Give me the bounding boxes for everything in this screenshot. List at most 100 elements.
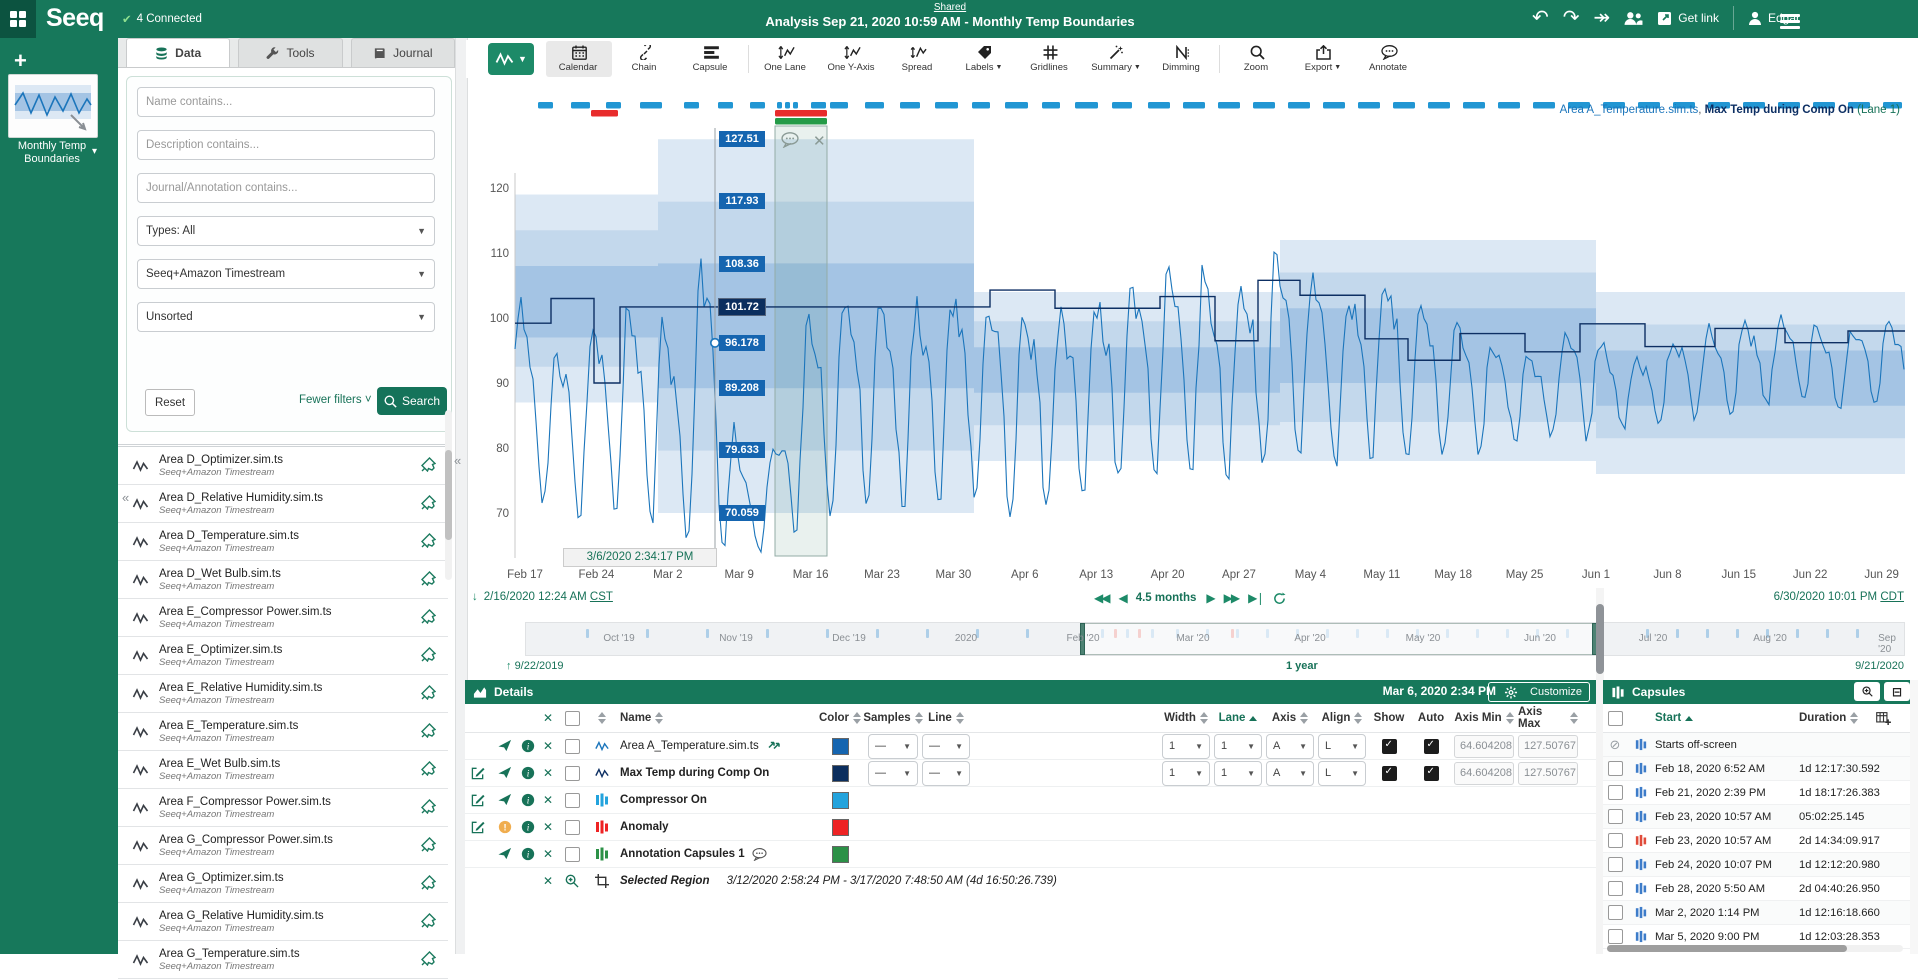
column-color[interactable]: Color	[816, 712, 864, 724]
collapse-sidebar-handle[interactable]: «	[122, 490, 129, 505]
capsule-checkbox[interactable]	[1608, 809, 1623, 824]
library-item[interactable]: Area G_Compressor Power.sim.ts Seeq+Amaz…	[118, 827, 448, 865]
toolbar-button-summary[interactable]: Summary▼	[1083, 41, 1149, 77]
library-item[interactable]: Area G_Optimizer.sim.ts Seeq+Amazon Time…	[118, 865, 448, 903]
column-name[interactable]: Name	[620, 712, 812, 724]
width-dropdown[interactable]: 1▼	[1162, 761, 1210, 786]
select-all-capsules-checkbox[interactable]	[1608, 711, 1623, 726]
pin-icon[interactable]	[421, 913, 436, 928]
capsule-bar[interactable]	[1428, 102, 1450, 109]
row-name[interactable]: Anomaly	[620, 821, 669, 833]
tab-journal[interactable]: Journal	[351, 38, 455, 67]
remove-region-icon[interactable]: ✕	[540, 874, 556, 888]
color-swatch[interactable]	[832, 792, 849, 809]
redo-all-button[interactable]: ↠	[1594, 8, 1611, 28]
info-icon[interactable]	[521, 793, 535, 807]
toolbar-button-chain[interactable]: Chain	[612, 41, 678, 77]
capsule-row[interactable]: Mar 2, 2020 1:14 PM 1d 12:16:18.660	[1603, 901, 1915, 925]
search-button[interactable]: Search	[377, 387, 447, 415]
column-axis-max[interactable]: Axis Max	[1518, 706, 1578, 730]
details-row-selected-region[interactable]: ✕ Selected Region 3/12/2020 2:58:24 PM -…	[465, 868, 1596, 894]
redo-button[interactable]: ↷	[1563, 8, 1580, 28]
capsule-row[interactable]: Feb 23, 2020 10:57 AM 05:02:25.145	[1603, 805, 1915, 829]
capsule-bar[interactable]	[640, 102, 662, 109]
sort-select[interactable]: Unsorted▼	[137, 302, 435, 332]
timebar-selected-range[interactable]	[1082, 623, 1595, 655]
column-show[interactable]: Show	[1370, 712, 1408, 724]
pin-icon[interactable]	[421, 723, 436, 738]
new-worksheet-button[interactable]: +	[14, 48, 27, 74]
column-lane-sorted[interactable]: Lane	[1214, 712, 1262, 724]
capsule-bar[interactable]	[1075, 102, 1098, 109]
capsule-bar[interactable]	[1253, 102, 1275, 109]
library-item[interactable]: Area E_Relative Humidity.sim.ts Seeq+Ama…	[118, 675, 448, 713]
axis-min-field[interactable]: 64.604208	[1454, 762, 1514, 785]
toolbar-button-annotate[interactable]: Annotate	[1356, 41, 1422, 77]
library-item[interactable]: Area G_Temperature.sim.ts Seeq+Amazon Ti…	[118, 941, 448, 979]
refresh-icon[interactable]	[1273, 592, 1286, 605]
collapse-data-panel-handle[interactable]: «	[454, 453, 461, 468]
step-to-end-button[interactable]: ▶❘	[1248, 591, 1263, 605]
toolbar-button-calendar[interactable]: Calendar	[546, 41, 612, 77]
capsule-bar[interactable]	[935, 102, 958, 109]
capsule-bar[interactable]	[571, 102, 590, 109]
step-back-button[interactable]: ◀	[1118, 591, 1125, 605]
remove-icon[interactable]: ✕	[540, 820, 556, 834]
table-columns-icon[interactable]	[1876, 712, 1891, 725]
pin-icon[interactable]	[421, 571, 436, 586]
capsule-bar[interactable]	[1358, 102, 1380, 109]
capsules-zoom-button[interactable]	[1854, 682, 1880, 701]
row-name[interactable]: Area A_Temperature.sim.ts	[620, 740, 759, 752]
investigate-timebar[interactable]: Oct '19Nov '19Dec '192020Feb '20Mar '20A…	[525, 622, 1905, 656]
samples-dropdown[interactable]: —▼	[868, 734, 918, 759]
info-icon[interactable]	[521, 739, 535, 753]
capsule-checkbox[interactable]	[1608, 905, 1623, 920]
worksheet-thumbnail[interactable]	[8, 74, 98, 138]
send-icon[interactable]	[498, 793, 512, 807]
pin-icon[interactable]	[421, 533, 436, 548]
timebar-end-date[interactable]: 9/21/2020	[1855, 660, 1904, 672]
capsule-bar[interactable]	[538, 102, 553, 109]
details-row-condition-signal[interactable]: ✕ Max Temp during Comp On —▼ —▼ 1▼ 1▼ A▼…	[465, 760, 1596, 787]
range-start[interactable]: ↓ 2/16/2020 12:24 AM CST	[472, 591, 613, 603]
capsule-bar[interactable]	[1393, 102, 1415, 109]
library-item[interactable]: Area E_Optimizer.sim.ts Seeq+Amazon Time…	[118, 637, 448, 675]
annotation-bubble-icon[interactable]	[752, 848, 767, 861]
pin-icon[interactable]	[421, 609, 436, 624]
column-axis[interactable]: Axis	[1266, 712, 1314, 724]
toolbar-button-dimming[interactable]: Dimming	[1149, 41, 1215, 77]
edit-icon[interactable]	[471, 766, 485, 780]
step-back-fast-button[interactable]: ◀◀	[1094, 591, 1108, 605]
show-checkbox[interactable]	[1382, 739, 1397, 754]
send-icon[interactable]	[498, 739, 512, 753]
row-checkbox[interactable]	[565, 793, 580, 808]
pin-icon[interactable]	[421, 647, 436, 662]
capsule-bar[interactable]	[591, 110, 618, 117]
step-forward-button[interactable]: ▶	[1206, 591, 1213, 605]
align-dropdown[interactable]: L▼	[1318, 734, 1366, 759]
timebar-start-date[interactable]: ↑ 9/22/2019	[506, 660, 564, 672]
capsule-checkbox[interactable]	[1608, 857, 1623, 872]
fewer-filters-link[interactable]: Fewer filters ˅	[299, 394, 372, 406]
capsule-bar[interactable]	[1288, 102, 1310, 109]
data-panel-scrollbar[interactable]	[445, 410, 452, 580]
capsule-bar[interactable]	[777, 102, 782, 109]
seeq-logo[interactable]: Seeq	[46, 4, 104, 33]
zoom-to-region-icon[interactable]	[565, 874, 579, 888]
column-duration[interactable]: Duration	[1799, 712, 1903, 725]
details-row-signal[interactable]: ✕ Area A_Temperature.sim.ts —▼ —▼ 1▼ 1▼ …	[465, 733, 1596, 760]
info-icon[interactable]	[521, 766, 535, 780]
capsule-bar[interactable]	[1148, 102, 1170, 109]
name-filter-input[interactable]	[137, 87, 435, 117]
reset-button[interactable]: Reset	[145, 389, 195, 416]
hamburger-menu-button[interactable]	[1780, 11, 1800, 32]
details-row-condition[interactable]: ✕ Compressor On	[465, 787, 1596, 814]
axis-min-field[interactable]: 64.604208	[1454, 735, 1514, 758]
timebar-duration[interactable]: 1 year	[1286, 660, 1318, 672]
axis-max-field[interactable]: 127.50767	[1518, 762, 1578, 785]
line-dropdown[interactable]: —▼	[922, 734, 970, 759]
capsules-horizontal-scrollbar[interactable]	[1607, 945, 1903, 952]
capsule-checkbox[interactable]	[1608, 881, 1623, 896]
chevron-down-icon[interactable]: ▾	[92, 146, 97, 157]
capsules-vertical-scrollbar[interactable]	[1910, 680, 1918, 954]
